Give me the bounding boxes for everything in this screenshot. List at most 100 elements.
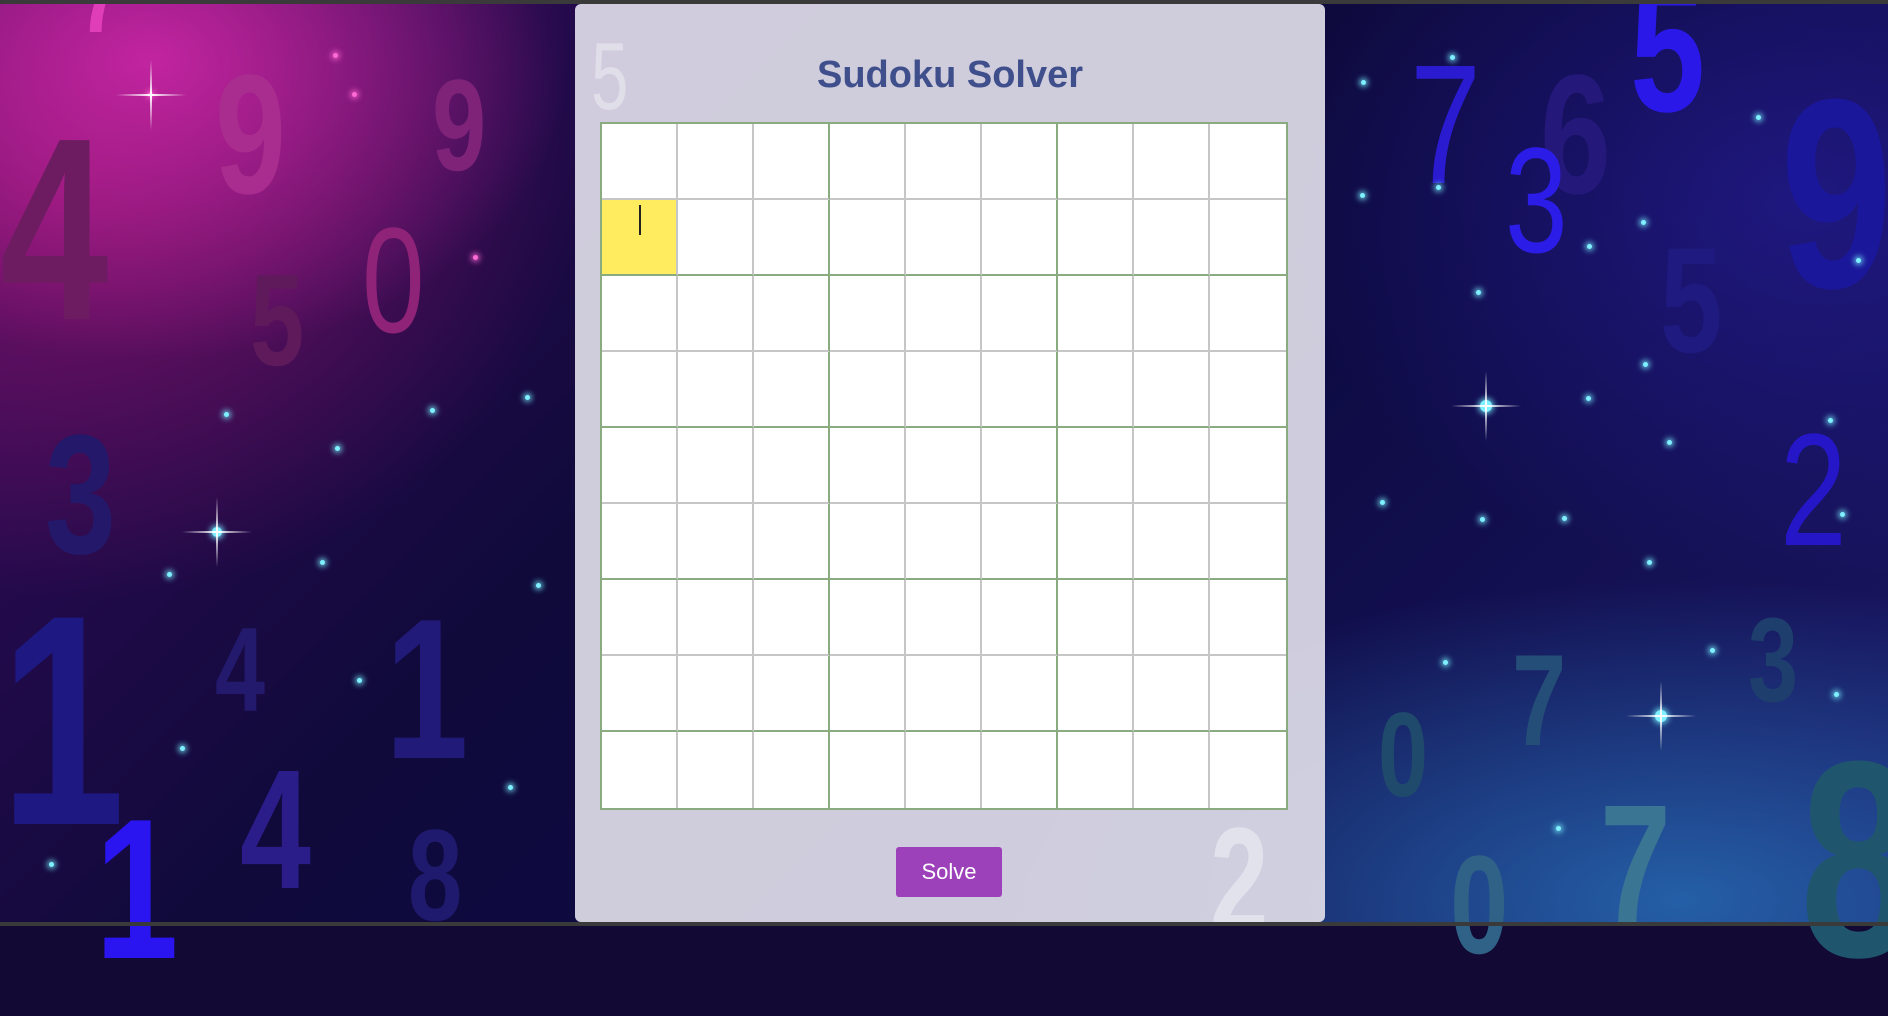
sudoku-cell[interactable] [678,124,754,200]
sudoku-cell[interactable] [602,504,678,580]
star [473,255,478,260]
star-flare [116,94,186,96]
sudoku-cell[interactable] [1058,580,1134,656]
window-bottom-edge [0,922,1888,926]
sudoku-cell[interactable] [982,352,1058,428]
sudoku-cell[interactable] [678,352,754,428]
background-numeral: 5 [1660,216,1723,384]
sudoku-cell[interactable] [754,580,830,656]
sudoku-cell[interactable] [602,352,678,428]
sudoku-cell[interactable] [1058,732,1134,808]
sudoku-cell[interactable] [602,124,678,200]
sudoku-cell[interactable] [1210,352,1286,428]
sudoku-cell[interactable] [906,428,982,504]
sudoku-cell[interactable] [754,124,830,200]
sudoku-cell[interactable] [906,124,982,200]
sudoku-cell[interactable] [1210,124,1286,200]
solve-button[interactable]: Solve [896,847,1002,897]
sudoku-cell[interactable] [982,200,1058,276]
sudoku-cell[interactable] [830,200,906,276]
sudoku-cell[interactable] [678,580,754,656]
sudoku-cell[interactable] [754,504,830,580]
sudoku-cell[interactable] [1210,504,1286,580]
sudoku-cell[interactable] [602,580,678,656]
star [1476,290,1481,295]
sudoku-cell[interactable] [678,732,754,808]
sudoku-cell[interactable] [678,428,754,504]
sudoku-cell[interactable] [982,580,1058,656]
sudoku-cell[interactable] [678,504,754,580]
sudoku-cell[interactable] [1210,732,1286,808]
sudoku-cell[interactable] [982,276,1058,352]
sudoku-cell[interactable] [678,276,754,352]
sudoku-cell[interactable] [1210,656,1286,732]
sudoku-cell[interactable] [1134,276,1210,352]
sudoku-cell[interactable] [602,276,678,352]
star [1647,560,1652,565]
sudoku-cell[interactable] [1134,352,1210,428]
sudoku-cell[interactable] [754,276,830,352]
sudoku-cell[interactable] [830,732,906,808]
sudoku-cell[interactable] [830,276,906,352]
sudoku-cell[interactable] [1058,352,1134,428]
sudoku-cell[interactable] [602,656,678,732]
sudoku-cell[interactable] [830,428,906,504]
sudoku-cell[interactable] [906,200,982,276]
sudoku-cell[interactable] [1058,504,1134,580]
sudoku-cell[interactable] [678,656,754,732]
sudoku-cell[interactable] [906,276,982,352]
window-top-edge [0,0,1888,4]
sudoku-cell[interactable] [830,656,906,732]
star [357,678,362,683]
sudoku-cell[interactable] [1210,580,1286,656]
sudoku-cell[interactable] [1134,124,1210,200]
sudoku-cell[interactable] [906,352,982,428]
sudoku-cell[interactable] [830,504,906,580]
star [352,92,357,97]
sudoku-cell[interactable] [754,428,830,504]
sudoku-cell[interactable] [906,580,982,656]
sudoku-cell[interactable] [754,656,830,732]
sudoku-cell[interactable] [1134,428,1210,504]
sudoku-cell[interactable] [982,504,1058,580]
sudoku-cell[interactable] [1058,428,1134,504]
text-cursor [639,205,641,235]
sudoku-cell[interactable] [982,732,1058,808]
sudoku-cell[interactable] [1134,504,1210,580]
sudoku-cell[interactable] [1058,276,1134,352]
sudoku-cell[interactable] [906,656,982,732]
sudoku-cell[interactable] [678,200,754,276]
sudoku-cell[interactable] [602,428,678,504]
sudoku-cell-active[interactable] [602,200,678,276]
sudoku-cell[interactable] [906,732,982,808]
sudoku-cell[interactable] [906,504,982,580]
sudoku-cell[interactable] [830,580,906,656]
sudoku-cell[interactable] [1210,428,1286,504]
sudoku-cell[interactable] [1134,656,1210,732]
sudoku-cell[interactable] [830,352,906,428]
sudoku-cell[interactable] [754,352,830,428]
sudoku-cell[interactable] [830,124,906,200]
sudoku-cell[interactable] [1134,200,1210,276]
sudoku-cell[interactable] [754,200,830,276]
background-numeral: 7 [1512,627,1567,773]
sudoku-cell[interactable] [1134,580,1210,656]
star [1828,418,1833,423]
sudoku-cell[interactable] [602,732,678,808]
star [335,446,340,451]
sudoku-cell[interactable] [1210,200,1286,276]
sudoku-cell[interactable] [1210,276,1286,352]
sudoku-cell[interactable] [982,124,1058,200]
star [320,560,325,565]
sudoku-cell[interactable] [982,428,1058,504]
star [1380,500,1385,505]
sudoku-cell[interactable] [1134,732,1210,808]
background-numeral: 5 [250,247,305,393]
sudoku-cell[interactable] [1058,656,1134,732]
sudoku-grid [600,122,1288,810]
sudoku-cell[interactable] [1058,124,1134,200]
background-numeral: 9 [215,40,286,230]
sudoku-cell[interactable] [754,732,830,808]
sudoku-cell[interactable] [982,656,1058,732]
sudoku-cell[interactable] [1058,200,1134,276]
